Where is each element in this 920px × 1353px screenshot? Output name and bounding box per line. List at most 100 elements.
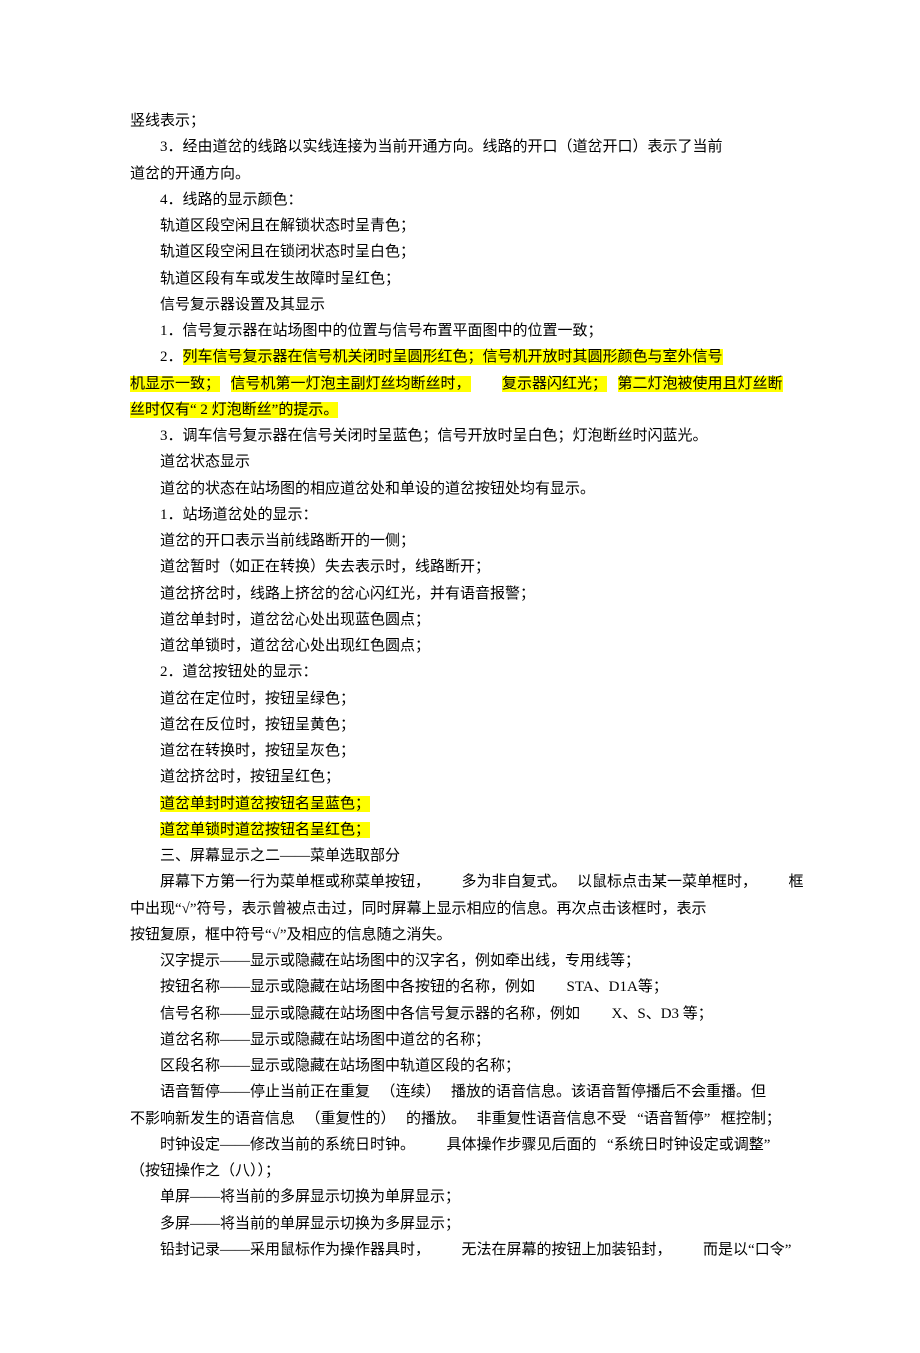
paragraph: 道岔名称——显示或隐藏在站场图中道岔的名称； — [130, 1027, 810, 1053]
paragraph: 单屏——将当前的多屏显示切换为单屏显示； — [130, 1184, 810, 1210]
paragraph: 铅封记录——采用鼠标作为操作器具时， 无法在屏幕的按钮上加装铅封， 而是以“口令” — [130, 1237, 810, 1263]
paragraph-highlight: 2．列车信号复示器在信号机关闭时呈圆形红色；信号机开放时其圆形颜色与室外信号 — [130, 344, 810, 370]
paragraph-highlight: 道岔单锁时道岔按钮名呈红色； — [130, 817, 810, 843]
paragraph: 时钟设定——修改当前的系统日时钟。 具体操作步骤见后面的 “系统日时钟设定或调整” — [130, 1132, 810, 1158]
text: 4．线路的显示颜色： — [160, 192, 303, 208]
paragraph: 不影响新发生的语音信息（重复性的）的播放。非重复性语音信息不受“语音暂停”框控制… — [130, 1106, 810, 1132]
paragraph: 汉字提示——显示或隐藏在站场图中的汉字名，例如牵出线，专用线等； — [130, 948, 810, 974]
text: 1．站场道岔处的显示： — [160, 507, 318, 523]
text: 框 — [789, 874, 804, 890]
text: 轨道区段有车或发生故障时呈红色； — [160, 271, 400, 287]
text: 道岔名称——显示或隐藏在站场图中道岔的名称； — [160, 1032, 490, 1048]
paragraph: 区段名称——显示或隐藏在站场图中轨道区段的名称； — [130, 1053, 810, 1079]
paragraph: 道岔的状态在站场图的相应道岔处和单设的道岔按钮处均有显示。 — [130, 476, 810, 502]
highlight-text: 道岔单锁时道岔按钮名呈红色； — [160, 822, 370, 838]
paragraph-highlight: 丝时仅有“ 2 灯泡断丝”的提示。 — [130, 397, 810, 423]
text: 多屏——将当前的单屏显示切换为多屏显示； — [160, 1216, 460, 1232]
highlight-text: 复示器闪红光； — [502, 376, 607, 392]
text: STA、D1A等； — [567, 979, 668, 995]
paragraph: 道岔挤岔时，线路上挤岔的岔心闪红光，并有语音报警； — [130, 581, 810, 607]
paragraph: 多屏——将当前的单屏显示切换为多屏显示； — [130, 1211, 810, 1237]
paragraph: 信号名称——显示或隐藏在站场图中各信号复示器的名称，例如 X、S、D3 等； — [130, 1001, 810, 1027]
paragraph: 4．线路的显示颜色： — [130, 187, 810, 213]
text: 语音暂停——停止当前正在重复 — [160, 1084, 370, 1100]
text: 框控制； — [721, 1111, 781, 1127]
text: 道岔暂时（如正在转换）失去表示时，线路断开； — [160, 559, 490, 575]
paragraph: 道岔在定位时，按钮呈绿色； — [130, 686, 810, 712]
text: 道岔在反位时，按钮呈黄色； — [160, 717, 355, 733]
text: 不影响新发生的语音信息 — [130, 1111, 295, 1127]
paragraph-highlight: 道岔单封时道岔按钮名呈蓝色； — [130, 791, 810, 817]
text: 道岔单封时，道岔岔心处出现蓝色圆点； — [160, 612, 430, 628]
paragraph: 语音暂停——停止当前正在重复 （连续） 播放的语音信息。该语音暂停播后不会重播。但 — [130, 1079, 810, 1105]
highlight-text: 第二灯泡被使用且灯丝断 — [618, 376, 783, 392]
text: 道岔挤岔时，线路上挤岔的岔心闪红光，并有语音报警； — [160, 586, 535, 602]
text: （连续） — [381, 1084, 441, 1100]
text: 轨道区段空闲且在解锁状态时呈青色； — [160, 218, 415, 234]
paragraph: 道岔挤岔时，按钮呈红色； — [130, 764, 810, 790]
text: 按钮名称——显示或隐藏在站场图中各按钮的名称，例如 — [160, 979, 535, 995]
paragraph: 道岔的开通方向。 — [130, 161, 810, 187]
paragraph: （按钮操作之（八））； — [130, 1158, 810, 1184]
paragraph: 三、屏幕显示之二——菜单选取部分 — [130, 843, 810, 869]
text: 而是以“口令” — [703, 1242, 791, 1258]
paragraph: 轨道区段空闲且在解锁状态时呈青色； — [130, 213, 810, 239]
text: 单屏——将当前的多屏显示切换为单屏显示； — [160, 1189, 460, 1205]
text: 道岔的开口表示当前线路断开的一侧； — [160, 533, 415, 549]
text: （重复性的） — [306, 1111, 396, 1127]
text: “语音暂停” — [637, 1111, 710, 1127]
text: 非重复性语音信息不受 — [477, 1111, 627, 1127]
paragraph: 1．站场道岔处的显示： — [130, 502, 810, 528]
text: X、S、D3 等； — [612, 1006, 713, 1022]
text: （按钮操作之（八））； — [130, 1163, 280, 1179]
text: 2． — [160, 349, 183, 365]
highlight-text: 丝时仅有“ 2 灯泡断丝”的提示。 — [130, 402, 338, 418]
highlight-text: 道岔单封时道岔按钮名呈蓝色； — [160, 796, 370, 812]
text: 铅封记录——采用鼠标作为操作器具时， — [160, 1242, 430, 1258]
paragraph: 道岔状态显示 — [130, 449, 810, 475]
paragraph: 3．调车信号复示器在信号关闭时呈蓝色；信号开放时呈白色；灯泡断丝时闪蓝光。 — [130, 423, 810, 449]
text: 多为非自复式。 — [462, 874, 567, 890]
text: 3．调车信号复示器在信号关闭时呈蓝色；信号开放时呈白色；灯泡断丝时闪蓝光。 — [160, 428, 708, 444]
text: 道岔状态显示 — [160, 454, 250, 470]
text: 轨道区段空闲且在锁闭状态时呈白色； — [160, 244, 415, 260]
text: 以鼠标点击某一菜单框时， — [577, 874, 757, 890]
paragraph: 3．经由道岔的线路以实线连接为当前开通方向。线路的开口（道岔开口）表示了当前 — [130, 134, 810, 160]
paragraph-highlight: 机显示一致； 信号机第一灯泡主副灯丝均断丝时， 复示器闪红光； 第二灯泡被使用且灯丝断 — [130, 371, 810, 397]
text: 播放的语音信息。该语音暂停播后不会重播。但 — [451, 1084, 766, 1100]
text: 道岔的开通方向。 — [130, 166, 250, 182]
paragraph: 道岔暂时（如正在转换）失去表示时，线路断开； — [130, 554, 810, 580]
text: 屏幕下方第一行为菜单框或称菜单按钮， — [160, 874, 430, 890]
paragraph: 道岔单锁时，道岔岔心处出现红色圆点； — [130, 633, 810, 659]
text: 按钮复原，框中符号“√”及相应的信息随之消失。 — [130, 927, 452, 943]
paragraph: 道岔的开口表示当前线路断开的一侧； — [130, 528, 810, 554]
text: “系统日时钟设定或调整” — [607, 1137, 770, 1153]
highlight-text: 信号机第一灯泡主副灯丝均断丝时， — [231, 376, 471, 392]
text: 时钟设定——修改当前的系统日时钟。 — [160, 1137, 415, 1153]
text: 区段名称——显示或隐藏在站场图中轨道区段的名称； — [160, 1058, 520, 1074]
text: 信号名称——显示或隐藏在站场图中各信号复示器的名称，例如 — [160, 1006, 580, 1022]
text: 道岔在转换时，按钮呈灰色； — [160, 743, 355, 759]
text: 汉字提示——显示或隐藏在站场图中的汉字名，例如牵出线，专用线等； — [160, 953, 640, 969]
text: 道岔挤岔时，按钮呈红色； — [160, 769, 340, 785]
paragraph: 道岔在反位时，按钮呈黄色； — [130, 712, 810, 738]
paragraph: 中出现“√”符号，表示曾被点击过，同时屏幕上显示相应的信息。再次点击该框时，表示 — [130, 896, 810, 922]
document-page: 竖线表示； 3．经由道岔的线路以实线连接为当前开通方向。线路的开口（道岔开口）表… — [0, 0, 920, 1353]
paragraph: 信号复示器设置及其显示 — [130, 292, 810, 318]
paragraph: 轨道区段空闲且在锁闭状态时呈白色； — [130, 239, 810, 265]
text: 道岔在定位时，按钮呈绿色； — [160, 691, 355, 707]
paragraph: 1．信号复示器在站场图中的位置与信号布置平面图中的位置一致； — [130, 318, 810, 344]
text: 信号复示器设置及其显示 — [160, 297, 325, 313]
paragraph: 竖线表示； — [130, 108, 810, 134]
paragraph: 屏幕下方第一行为菜单框或称菜单按钮， 多为非自复式。以鼠标点击某一菜单框时， 框 — [130, 869, 810, 895]
paragraph: 按钮复原，框中符号“√”及相应的信息随之消失。 — [130, 922, 810, 948]
text: 无法在屏幕的按钮上加装铅封， — [462, 1242, 672, 1258]
text: 三、屏幕显示之二——菜单选取部分 — [160, 848, 400, 864]
highlight-text: 机显示一致； — [130, 376, 220, 392]
text: 道岔单锁时，道岔岔心处出现红色圆点； — [160, 638, 430, 654]
text: 1．信号复示器在站场图中的位置与信号布置平面图中的位置一致； — [160, 323, 603, 339]
text: 具体操作步骤见后面的 — [447, 1137, 597, 1153]
text: 2．道岔按钮处的显示： — [160, 664, 318, 680]
text: 竖线表示； — [130, 113, 205, 129]
paragraph: 按钮名称——显示或隐藏在站场图中各按钮的名称，例如 STA、D1A等； — [130, 974, 810, 1000]
